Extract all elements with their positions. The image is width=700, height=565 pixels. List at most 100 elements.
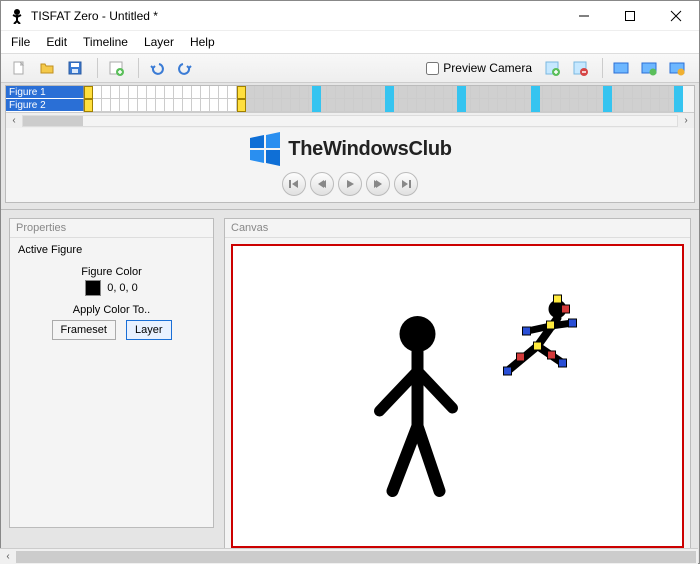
timeline-cell[interactable] <box>363 86 372 99</box>
timeline-cell[interactable] <box>336 86 345 99</box>
timeline-cell[interactable] <box>228 86 237 99</box>
timeline-cell[interactable] <box>264 99 273 112</box>
scroll-right-icon[interactable]: › <box>678 113 694 129</box>
timeline-cell[interactable] <box>264 86 273 99</box>
figure-2[interactable] <box>504 295 577 375</box>
timeline-cell[interactable] <box>84 99 93 112</box>
window-horizontal-scrollbar[interactable]: ‹ › <box>0 548 698 564</box>
timeline-cell[interactable] <box>201 99 210 112</box>
timeline-cell[interactable] <box>300 86 309 99</box>
minimize-button[interactable] <box>561 1 607 30</box>
timeline-cell[interactable] <box>615 99 624 112</box>
menu-layer[interactable]: Layer <box>144 35 174 49</box>
joint-handle[interactable] <box>517 353 525 361</box>
frameset-button[interactable]: Frameset <box>52 320 116 340</box>
timeline-cell[interactable] <box>444 86 453 99</box>
timeline-cell[interactable] <box>570 99 579 112</box>
scroll-thumb[interactable] <box>16 551 696 563</box>
timeline-cells[interactable] <box>84 86 694 99</box>
timeline-cell[interactable] <box>147 86 156 99</box>
canvas[interactable] <box>231 244 684 548</box>
timeline-cell[interactable] <box>237 86 246 99</box>
joint-handle[interactable] <box>559 359 567 367</box>
timeline-cells[interactable] <box>84 99 694 112</box>
joint-handle[interactable] <box>504 367 512 375</box>
timeline-cell[interactable] <box>372 99 381 112</box>
menu-edit[interactable]: Edit <box>46 35 67 49</box>
timeline-cell[interactable] <box>399 86 408 99</box>
timeline-row-label[interactable]: Figure 2 <box>6 99 84 112</box>
timeline-cell[interactable] <box>480 99 489 112</box>
timeline-cell[interactable] <box>327 86 336 99</box>
timeline-cell[interactable] <box>543 99 552 112</box>
timeline-cell[interactable] <box>417 86 426 99</box>
timeline-cell[interactable] <box>336 99 345 112</box>
first-frame-button[interactable] <box>282 172 306 196</box>
timeline-cell[interactable] <box>471 86 480 99</box>
close-button[interactable] <box>653 1 699 30</box>
figure-1[interactable] <box>380 316 453 491</box>
timeline-cell[interactable] <box>408 86 417 99</box>
timeline-cell[interactable] <box>282 99 291 112</box>
timeline-cell[interactable] <box>282 86 291 99</box>
timeline-cell[interactable] <box>516 99 525 112</box>
timeline-cell[interactable] <box>291 86 300 99</box>
timeline-cell[interactable] <box>372 86 381 99</box>
timeline-cell[interactable] <box>111 86 120 99</box>
add-scene-button[interactable] <box>540 56 564 80</box>
timeline-cell[interactable] <box>552 86 561 99</box>
timeline-cell[interactable] <box>624 86 633 99</box>
joint-handle[interactable] <box>523 327 531 335</box>
timeline-cell[interactable] <box>165 99 174 112</box>
timeline-cell[interactable] <box>219 86 228 99</box>
scroll-track[interactable] <box>22 115 678 127</box>
timeline-cell[interactable] <box>138 99 147 112</box>
timeline-cell[interactable] <box>183 86 192 99</box>
timeline-cell[interactable] <box>408 99 417 112</box>
timeline-cell[interactable] <box>633 99 642 112</box>
joint-handle[interactable] <box>534 342 542 350</box>
timeline-cell[interactable] <box>192 86 201 99</box>
timeline-cell[interactable] <box>444 99 453 112</box>
scroll-left-icon[interactable]: ‹ <box>0 549 16 565</box>
joint-handle[interactable] <box>562 305 570 313</box>
timeline-cell[interactable] <box>201 86 210 99</box>
timeline-cell[interactable] <box>84 86 93 99</box>
preview-camera-toggle[interactable]: Preview Camera <box>426 61 532 75</box>
timeline-cell[interactable] <box>156 86 165 99</box>
timeline-cell[interactable] <box>570 86 579 99</box>
redo-button[interactable] <box>173 56 197 80</box>
save-button[interactable] <box>63 56 87 80</box>
timeline-cell[interactable] <box>507 99 516 112</box>
timeline-scrollbar[interactable]: ‹ › <box>6 112 694 128</box>
menu-help[interactable]: Help <box>190 35 215 49</box>
timeline-cell[interactable] <box>129 86 138 99</box>
timeline-cell[interactable] <box>354 86 363 99</box>
timeline-cell[interactable] <box>156 99 165 112</box>
joint-handle[interactable] <box>554 295 562 303</box>
timeline-cell[interactable] <box>255 86 264 99</box>
timeline-cell[interactable] <box>219 99 228 112</box>
prev-frame-button[interactable] <box>310 172 334 196</box>
timeline-cell[interactable] <box>111 99 120 112</box>
screen-b-button[interactable] <box>637 56 661 80</box>
timeline-cell[interactable] <box>345 99 354 112</box>
timeline-cell[interactable] <box>165 86 174 99</box>
timeline-cell[interactable] <box>561 86 570 99</box>
timeline-cell[interactable] <box>579 99 588 112</box>
timeline-cell[interactable] <box>426 86 435 99</box>
layer-button[interactable]: Layer <box>126 320 172 340</box>
timeline-cell[interactable] <box>363 99 372 112</box>
timeline-cell[interactable] <box>489 86 498 99</box>
timeline-cell[interactable] <box>237 99 246 112</box>
new-file-button[interactable] <box>7 56 31 80</box>
play-button[interactable] <box>338 172 362 196</box>
timeline-cell[interactable] <box>246 86 255 99</box>
timeline-cell[interactable] <box>480 86 489 99</box>
timeline-cell[interactable] <box>426 99 435 112</box>
timeline-cell[interactable] <box>147 99 156 112</box>
timeline-cell[interactable] <box>246 99 255 112</box>
timeline-cell[interactable] <box>471 99 480 112</box>
timeline-cell[interactable] <box>561 99 570 112</box>
menu-timeline[interactable]: Timeline <box>83 35 128 49</box>
